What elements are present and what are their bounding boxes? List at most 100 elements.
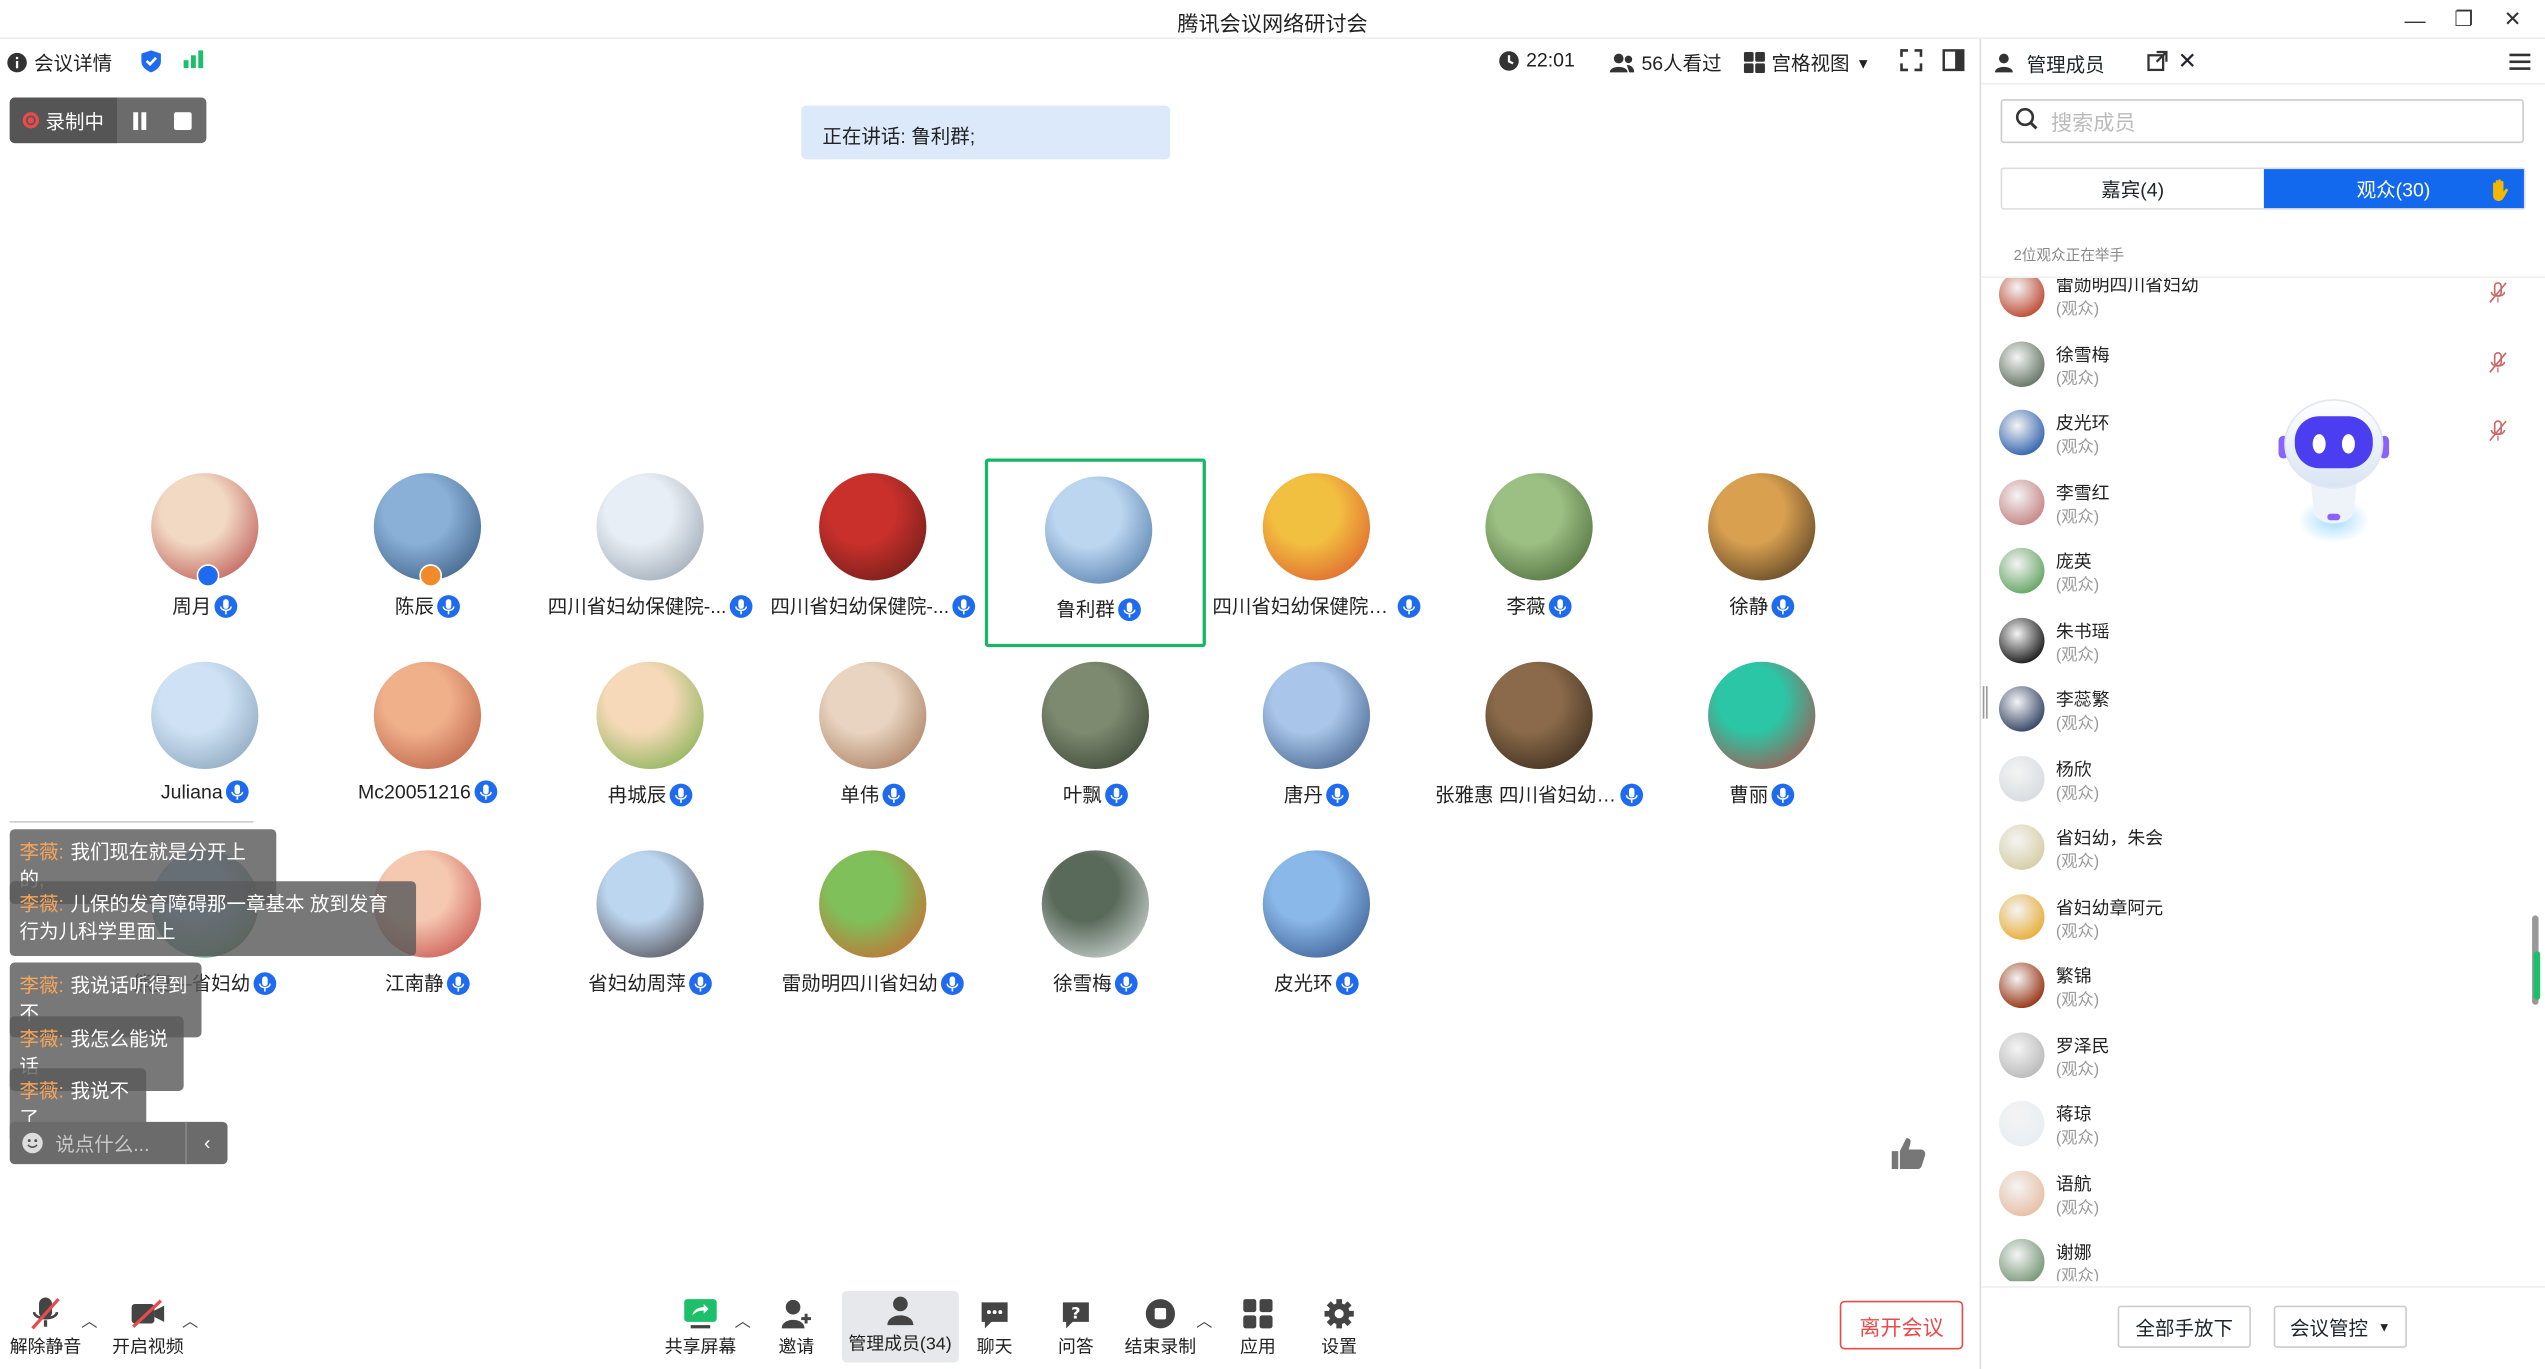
member-row[interactable]: 省妇幼章阿元 (观众) bbox=[1981, 893, 2534, 961]
mic-muted-icon[interactable] bbox=[2488, 281, 2508, 312]
invite-button[interactable]: 邀请 bbox=[778, 1294, 814, 1359]
pause-recording-button[interactable] bbox=[117, 111, 161, 130]
leave-meeting-button[interactable]: 离开会议 bbox=[1839, 1300, 1964, 1350]
participant-tile[interactable]: 雷勋明四川省妇幼 bbox=[762, 836, 983, 1025]
ai-assistant-robot-icon[interactable] bbox=[2269, 390, 2399, 553]
mic-icon bbox=[253, 971, 277, 995]
participant-tile[interactable]: 周月 bbox=[94, 459, 315, 648]
participant-tile[interactable]: 四川省妇幼保健院-... bbox=[762, 459, 983, 648]
participant-tile[interactable]: 鲁利群 bbox=[984, 458, 1206, 648]
participant-tile[interactable]: 徐雪梅 bbox=[985, 836, 1206, 1025]
close-panel-icon[interactable]: ✕ bbox=[2178, 47, 2197, 75]
member-role: (观众) bbox=[2055, 991, 2100, 1010]
participant-tile[interactable]: 单伟 bbox=[762, 647, 983, 836]
video-options-caret-icon[interactable]: ︿ bbox=[182, 1307, 198, 1332]
thumbs-up-icon[interactable] bbox=[1887, 1133, 1929, 1180]
popout-icon[interactable] bbox=[2147, 50, 2168, 79]
stop-recording-button[interactable] bbox=[161, 111, 205, 130]
meeting-control-dropdown[interactable]: 会议管控 ▼ bbox=[2273, 1305, 2407, 1348]
participant-name-row: 四川省妇幼保健院-... bbox=[762, 592, 983, 620]
view-mode-dropdown[interactable]: 宫格视图 ▼ bbox=[1743, 49, 1871, 77]
mic-icon bbox=[1105, 782, 1128, 806]
participant-tile[interactable]: Juliana bbox=[94, 647, 315, 836]
meeting-info-button[interactable]: 会议详情 bbox=[7, 49, 112, 77]
member-row[interactable]: 皮光环 (观众) bbox=[1981, 409, 2534, 478]
member-row[interactable]: 语航 (观众) bbox=[1981, 1169, 2534, 1238]
question-icon: ? bbox=[1060, 1294, 1093, 1333]
participant-tile[interactable]: 四川省妇幼保健院-... bbox=[540, 459, 761, 648]
participant-name-row: 周月 bbox=[94, 592, 315, 620]
security-shield-icon[interactable] bbox=[140, 49, 163, 73]
participant-tile[interactable]: 冉城辰 bbox=[540, 647, 761, 836]
minimize-icon[interactable]: — bbox=[2396, 3, 2435, 36]
share-screen-button[interactable]: 共享屏幕 bbox=[665, 1294, 736, 1359]
participant-tile[interactable]: 李薇 bbox=[1429, 459, 1650, 648]
member-row[interactable]: 杨欣 (观众) bbox=[1981, 755, 2534, 823]
member-row[interactable]: 繁锦 (观众) bbox=[1981, 962, 2534, 1031]
apps-button[interactable]: 应用 bbox=[1240, 1294, 1276, 1359]
member-row[interactable]: 省妇幼，朱会 (观众) bbox=[1981, 824, 2534, 892]
audio-options-caret-icon[interactable]: ︿ bbox=[81, 1307, 97, 1332]
unmute-button[interactable]: 解除静音 bbox=[10, 1294, 81, 1359]
viewer-count[interactable]: 56人看过 bbox=[1609, 49, 1722, 77]
fullscreen-icon[interactable] bbox=[1900, 49, 1923, 72]
participant-tile[interactable]: 省妇幼周萍 bbox=[540, 836, 761, 1025]
settings-button[interactable]: 设置 bbox=[1321, 1294, 1357, 1359]
mic-icon bbox=[446, 971, 470, 995]
window-title: 腾讯会议网络研讨会 bbox=[1177, 11, 1368, 36]
participant-tile[interactable]: 四川省妇幼保健院熊... bbox=[1206, 459, 1427, 648]
chat-button[interactable]: 聊天 bbox=[977, 1294, 1012, 1359]
lower-all-hands-button[interactable]: 全部手放下 bbox=[2117, 1305, 2251, 1348]
tab-audience[interactable]: 观众(30) bbox=[2263, 169, 2524, 209]
member-row[interactable]: 庞英 (观众) bbox=[1981, 547, 2534, 616]
avatar bbox=[1708, 473, 1816, 581]
participant-tile[interactable]: 徐静 bbox=[1651, 459, 1872, 648]
participant-name-row: 曹丽 bbox=[1651, 780, 1872, 808]
participant-tile[interactable]: 陈辰 bbox=[317, 459, 538, 648]
participant-tile[interactable]: 叶飘 bbox=[985, 647, 1206, 836]
gear-icon bbox=[1323, 1294, 1356, 1333]
avatar bbox=[1485, 473, 1593, 581]
end-recording-button[interactable]: 结束录制 bbox=[1125, 1294, 1196, 1359]
member-row[interactable]: 蒋琼 (观众) bbox=[1981, 1100, 2534, 1169]
participant-tile[interactable]: Mc20051216 bbox=[317, 647, 538, 836]
participant-name: 张雅惠 四川省妇幼保健院 bbox=[1435, 783, 1617, 807]
restore-icon[interactable]: ❐ bbox=[2444, 3, 2483, 36]
network-signal-icon[interactable] bbox=[182, 49, 205, 69]
qa-button[interactable]: ? 问答 bbox=[1058, 1294, 1094, 1359]
side-panel-toggle-icon[interactable] bbox=[1942, 49, 1965, 72]
mic-icon bbox=[1548, 594, 1572, 618]
close-icon[interactable]: ✕ bbox=[2493, 3, 2532, 36]
member-role: (观众) bbox=[2055, 577, 2100, 596]
member-row[interactable]: 罗泽民 (观众) bbox=[1981, 1031, 2534, 1100]
member-row[interactable]: 徐雪梅 (观众) bbox=[1981, 340, 2534, 409]
mic-muted-icon[interactable] bbox=[2488, 350, 2508, 381]
share-options-caret-icon[interactable]: ︿ bbox=[735, 1307, 751, 1332]
participant-tile[interactable]: 张雅惠 四川省妇幼保健院 bbox=[1429, 647, 1650, 836]
participant-tile[interactable]: 皮光环 bbox=[1206, 836, 1427, 1025]
participant-tile[interactable]: 唐丹 bbox=[1206, 647, 1427, 836]
chat-input[interactable]: 说点什么... ‹ bbox=[9, 1121, 228, 1165]
member-row[interactable]: 李雪红 (观众) bbox=[1981, 478, 2534, 547]
member-search-input[interactable]: 搜索成员 bbox=[2000, 99, 2524, 144]
member-row[interactable]: 李蕊繁 (观众) bbox=[1981, 686, 2534, 754]
record-options-caret-icon[interactable]: ︿ bbox=[1196, 1307, 1212, 1332]
emoji-icon[interactable] bbox=[10, 1132, 56, 1155]
mic-icon bbox=[1397, 594, 1421, 618]
mic-icon bbox=[225, 780, 249, 804]
manage-members-button[interactable]: 管理成员(34) bbox=[841, 1290, 959, 1363]
menu-icon[interactable] bbox=[2509, 50, 2531, 79]
member-row[interactable]: 谢娜 (观众) bbox=[1981, 1238, 2534, 1282]
tab-guests[interactable]: 嘉宾(4) bbox=[2002, 169, 2263, 208]
member-row[interactable]: 朱书瑶 (观众) bbox=[1981, 617, 2534, 685]
meeting-toolbar: 解除静音 ︿ 开启视频 ︿ 共享屏幕 ︿ 邀请 管理成员(34) 聊天 ? 问答 bbox=[0, 1284, 1979, 1369]
mic-muted-icon[interactable] bbox=[2488, 419, 2508, 450]
start-video-button[interactable]: 开启视频 bbox=[112, 1294, 184, 1359]
participant-tile[interactable]: 曹丽 bbox=[1651, 647, 1872, 836]
recording-indicator: 录制中 bbox=[9, 97, 207, 144]
collapse-chat-icon[interactable]: ‹ bbox=[185, 1121, 227, 1165]
member-row[interactable]: 雷勋明四川省妇幼 (观众) bbox=[1981, 278, 2534, 340]
mic-icon bbox=[1114, 971, 1138, 995]
avatar bbox=[1998, 824, 2045, 870]
title-bar: 腾讯会议网络研讨会 — ❐ ✕ bbox=[0, 0, 2545, 40]
